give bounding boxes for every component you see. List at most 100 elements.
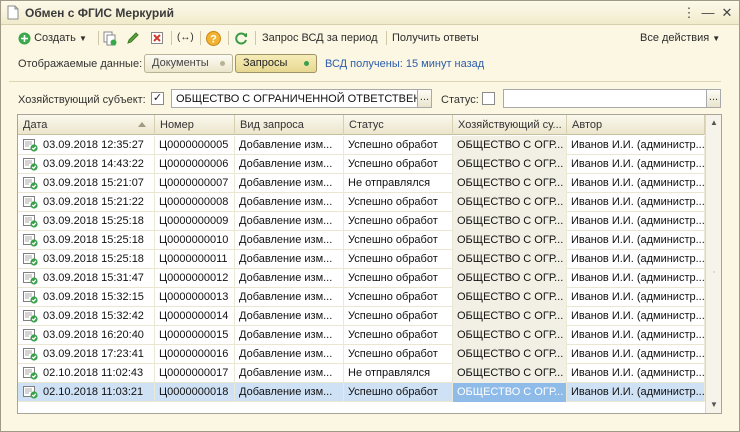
separator [171, 31, 172, 45]
add-icon [18, 32, 31, 45]
table-row[interactable]: 03.09.2018 15:31:47 Ц0000000012 Добавление… [18, 269, 705, 288]
separator [255, 31, 256, 45]
column-header-label: Дата [23, 119, 48, 131]
cell-subject: ОБЩЕСТВО С ОГР... [453, 250, 567, 269]
cell-status: Успешно обработ [344, 288, 453, 307]
help-button[interactable]: ? [206, 29, 221, 47]
exchange-button[interactable]: (↔) [177, 29, 194, 47]
cell-subject: ОБЩЕСТВО С ОГР... [453, 155, 567, 174]
document-check-icon [23, 386, 38, 399]
documents-toggle-label: Документы [152, 57, 209, 69]
cell-request-type: Добавление изм... [235, 383, 344, 402]
document-check-icon [23, 253, 38, 266]
get-answers-button[interactable]: Получить ответы [392, 29, 479, 47]
documents-toggle[interactable]: Документы [144, 54, 233, 73]
close-button[interactable]: ✕ [719, 5, 735, 21]
cell-status: Успешно обработ [344, 136, 453, 155]
cell-author: Иванов И.И. (администр... [567, 193, 705, 212]
all-actions-label: Все действия [640, 32, 710, 44]
column-header-label: Хозяйствующий су... [458, 119, 562, 131]
title-bar: Обмен с ФГИС Меркурий ⋮ — ✕ [1, 1, 739, 25]
document-check-icon [23, 291, 38, 304]
document-check-icon [23, 215, 38, 228]
create-button[interactable]: Создать ▼ [18, 29, 87, 47]
document-check-icon [23, 234, 38, 247]
svg-text:?: ? [210, 33, 217, 45]
table-row[interactable]: 03.09.2018 15:25:18 Ц0000000011 Добавление… [18, 250, 705, 269]
vsd-status-link[interactable]: ВСД получены: 15 минут назад [325, 58, 484, 70]
subject-select-button[interactable]: ... [417, 89, 432, 108]
requests-table: Дата Номер Вид запроса Статус Хозяйствую… [17, 114, 722, 414]
vertical-scrollbar[interactable]: ▲ ▫ ▼ [705, 115, 721, 413]
cell-subject: ОБЩЕСТВО С ОГР... [453, 269, 567, 288]
cell-author: Иванов И.И. (администр... [567, 136, 705, 155]
status-checkbox[interactable] [482, 92, 495, 105]
scroll-down-arrow-icon[interactable]: ▼ [706, 397, 721, 413]
table-row[interactable]: 03.09.2018 15:32:42 Ц0000000014 Добавление… [18, 307, 705, 326]
column-header-number[interactable]: Номер [155, 115, 235, 135]
divider [9, 81, 721, 82]
cell-request-type: Добавление изм... [235, 364, 344, 383]
copy-button[interactable] [103, 29, 117, 47]
cell-date: 03.09.2018 15:21:07 [18, 174, 155, 193]
cell-status: Не отправлялся [344, 364, 453, 383]
document-check-icon [23, 329, 38, 342]
cell-date: 03.09.2018 14:43:22 [18, 155, 155, 174]
column-header-author[interactable]: Автор [567, 115, 705, 135]
table-row[interactable]: 03.09.2018 15:21:22 Ц0000000008 Добавление… [18, 193, 705, 212]
cell-status: Успешно обработ [344, 307, 453, 326]
dropdown-arrow-icon: ▼ [712, 34, 721, 43]
table-row[interactable]: 03.09.2018 17:23:41 Ц0000000016 Добавление… [18, 345, 705, 364]
cell-number: Ц0000000017 [155, 364, 235, 383]
status-field[interactable] [503, 89, 707, 108]
subject-checkbox[interactable]: ✓ [151, 92, 164, 105]
edit-button[interactable] [126, 29, 140, 47]
app-window: Обмен с ФГИС Меркурий ⋮ — ✕ Создать ▼ (↔… [0, 0, 740, 432]
table-row[interactable]: 03.09.2018 15:25:18 Ц0000000009 Добавление… [18, 212, 705, 231]
scroll-up-arrow-icon[interactable]: ▲ [706, 115, 721, 131]
table-row[interactable]: 03.09.2018 12:35:27 Ц0000000005 Добавление… [18, 136, 705, 155]
column-header-label: Статус [349, 119, 384, 131]
cell-request-type: Добавление изм... [235, 174, 344, 193]
cell-subject: ОБЩЕСТВО С ОГР... [453, 193, 567, 212]
refresh-button[interactable] [234, 29, 249, 47]
column-header-request-type[interactable]: Вид запроса [235, 115, 344, 135]
cell-date: 03.09.2018 15:32:42 [18, 307, 155, 326]
table-row[interactable]: 03.09.2018 16:20:40 Ц0000000015 Добавление… [18, 326, 705, 345]
cell-request-type: Добавление изм... [235, 136, 344, 155]
table-row[interactable]: 02.10.2018 11:03:21 Ц0000000018 Добавление… [18, 383, 705, 402]
cell-number: Ц0000000005 [155, 136, 235, 155]
cell-subject: ОБЩЕСТВО С ОГР... [453, 364, 567, 383]
cell-number: Ц0000000016 [155, 345, 235, 364]
column-header-date[interactable]: Дата [18, 115, 155, 135]
delete-button[interactable] [150, 29, 164, 47]
document-check-icon [23, 158, 38, 171]
cell-date: 03.09.2018 16:20:40 [18, 326, 155, 345]
cell-number: Ц0000000015 [155, 326, 235, 345]
table-row[interactable]: 02.10.2018 11:02:43 Ц0000000017 Добавление… [18, 364, 705, 383]
scroll-thumb[interactable]: ▫ [706, 265, 721, 281]
refresh-icon [235, 32, 247, 45]
cell-request-type: Добавление изм... [235, 269, 344, 288]
column-header-subject[interactable]: Хозяйствующий су... [453, 115, 567, 135]
cell-status: Успешно обработ [344, 326, 453, 345]
document-check-icon [23, 139, 38, 152]
minimize-button[interactable]: — [700, 5, 716, 21]
cell-author: Иванов И.И. (администр... [567, 269, 705, 288]
table-row[interactable]: 03.09.2018 15:32:15 Ц0000000013 Добавление… [18, 288, 705, 307]
column-header-status[interactable]: Статус [344, 115, 453, 135]
table-row[interactable]: 03.09.2018 14:43:22 Ц0000000006 Добавление… [18, 155, 705, 174]
more-menu-icon[interactable]: ⋮ [681, 5, 697, 21]
table-row[interactable]: 03.09.2018 15:25:18 Ц0000000010 Добавление… [18, 231, 705, 250]
column-header-label: Номер [160, 119, 194, 131]
request-vsd-button[interactable]: Запрос ВСД за период [262, 29, 378, 47]
table-row[interactable]: 03.09.2018 15:21:07 Ц0000000007 Добавление… [18, 174, 705, 193]
subject-field[interactable]: ОБЩЕСТВО С ОГРАНИЧЕННОЙ ОТВЕТСТВЕН [171, 89, 419, 108]
status-select-button[interactable]: ... [706, 89, 721, 108]
document-icon [7, 5, 19, 20]
cell-status: Успешно обработ [344, 250, 453, 269]
cell-request-type: Добавление изм... [235, 231, 344, 250]
cell-request-type: Добавление изм... [235, 307, 344, 326]
all-actions-menu[interactable]: Все действия ▼ [640, 29, 720, 47]
requests-toggle[interactable]: Запросы [235, 54, 317, 73]
